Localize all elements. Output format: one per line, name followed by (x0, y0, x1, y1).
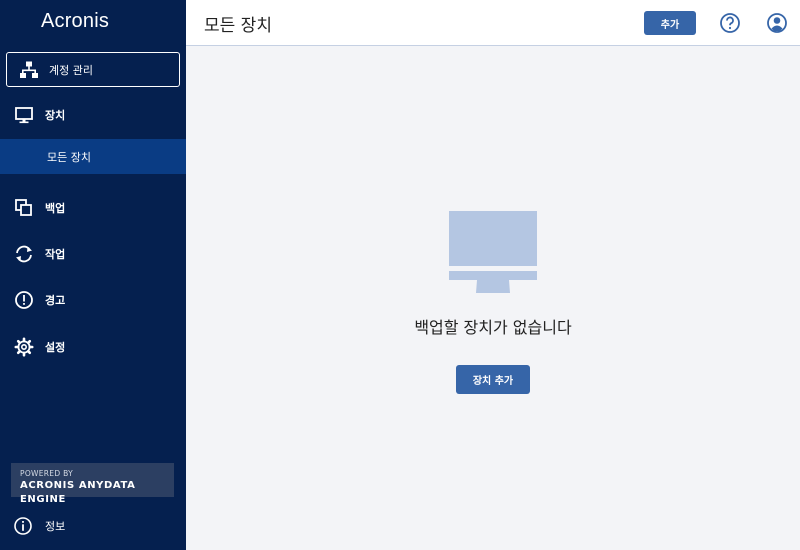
gear-icon (13, 336, 35, 358)
sidebar-item-label: 장치 (45, 109, 66, 122)
sidebar-item-label: 설정 (45, 341, 66, 354)
add-device-button[interactable]: 장치 추가 (456, 365, 530, 394)
empty-devices-illustration (449, 211, 537, 293)
sidebar-item-tasks[interactable]: 작업 (0, 237, 186, 271)
copy-icon (13, 197, 35, 219)
info-icon (12, 515, 34, 537)
sidebar-item-alerts[interactable]: 경고 (0, 283, 186, 317)
powered-by-badge: POWERED BY ACRONIS ANYDATA ENGINE (11, 463, 174, 505)
page-title: 모든 장치 (204, 16, 272, 36)
account-management-button[interactable]: 계정 관리 (6, 52, 180, 87)
powered-by-text: POWERED BY (20, 469, 74, 478)
sync-icon (13, 243, 35, 265)
sidebar-item-settings[interactable]: 설정 (0, 330, 186, 364)
alert-icon (13, 289, 35, 311)
sidebar-item-label: 경고 (45, 294, 66, 307)
sidebar-item-label: 작업 (45, 248, 66, 261)
help-icon[interactable] (719, 12, 741, 34)
sidebar-item-label: 모든 장치 (47, 150, 91, 164)
sidebar-item-backup[interactable]: 백업 (0, 191, 186, 225)
account-management-label: 계정 관리 (49, 63, 93, 77)
monitor-icon (13, 104, 35, 126)
sidebar-item-all-devices[interactable]: 모든 장치 (0, 139, 186, 174)
hierarchy-icon (18, 59, 40, 81)
top-header: 모든 장치 추가 (186, 0, 800, 46)
acronis-logo: Acronis (40, 10, 110, 32)
user-icon[interactable] (766, 12, 788, 34)
empty-state-message: 백업할 장치가 없습니다 (414, 318, 572, 337)
add-button[interactable]: 추가 (644, 11, 696, 35)
sidebar-item-label: 백업 (45, 202, 66, 215)
sidebar: Acronis 계정 관리 장치 모든 장치 백업 작업 경고 설정 POWER… (0, 0, 186, 550)
sidebar-item-devices[interactable]: 장치 (0, 98, 186, 132)
engine-name-text: ACRONIS ANYDATA ENGINE (20, 480, 136, 505)
sidebar-item-label: 정보 (45, 520, 66, 533)
sidebar-item-info[interactable]: 정보 (0, 510, 186, 542)
